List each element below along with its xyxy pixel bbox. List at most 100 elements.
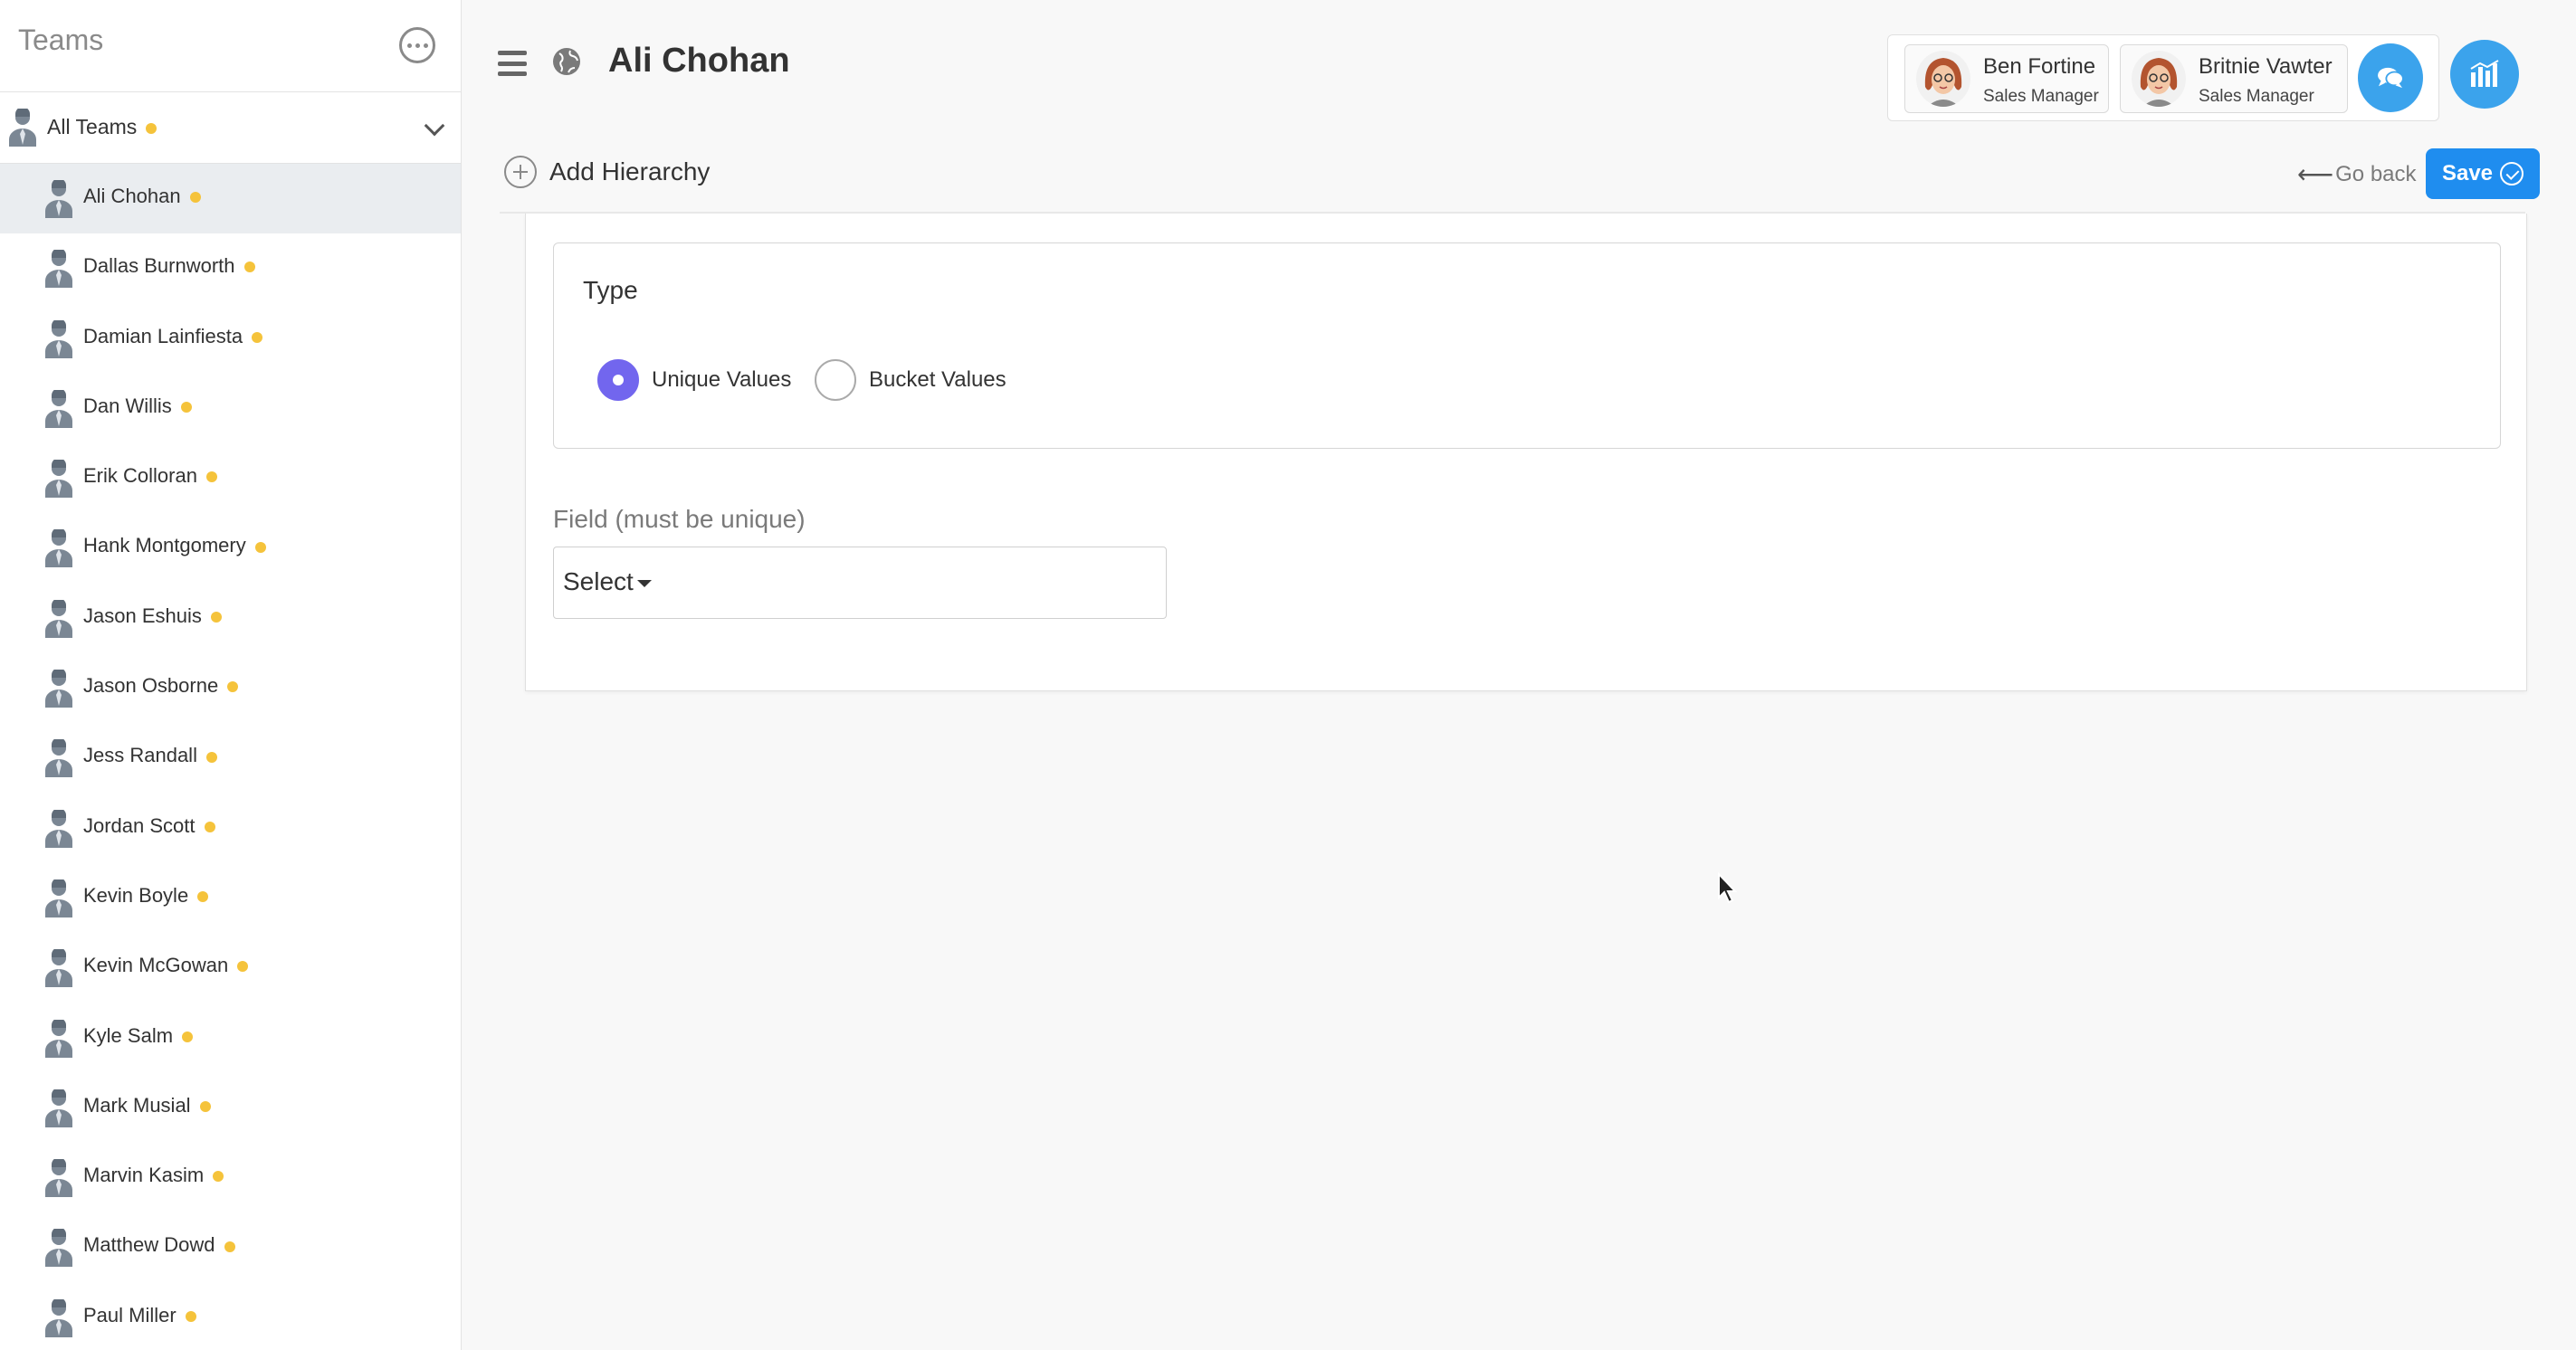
status-dot: [210, 611, 222, 623]
member-name: Kyle Salm: [83, 1023, 174, 1047]
member-label: Hank Montgomery: [83, 534, 266, 557]
sidebar-member-item[interactable]: Matthew Dowd: [0, 1212, 461, 1282]
all-teams-text: All Teams: [47, 115, 138, 138]
member-label: Kevin McGowan: [83, 954, 249, 977]
menu-icon[interactable]: [498, 51, 527, 76]
member-name: Jordan Scott: [83, 813, 196, 837]
status-dot: [254, 541, 266, 553]
status-dot: [237, 961, 249, 973]
manager-name: Britnie Vawter: [2199, 54, 2333, 79]
managers-panel: Ben Fortine Sales Manager Britnie Vawter…: [1887, 34, 2439, 121]
member-name: Hank Montgomery: [83, 534, 246, 557]
member-label: Jason Osborne: [83, 674, 239, 698]
member-name: Dallas Burnworth: [83, 254, 235, 278]
person-icon: [43, 1229, 74, 1268]
person-icon: [43, 670, 74, 708]
person-icon: [43, 949, 74, 988]
globe-icon[interactable]: [552, 47, 581, 76]
bar-chart-icon[interactable]: [2450, 40, 2519, 109]
field-select[interactable]: Select: [553, 547, 1167, 619]
member-label: Kevin Boyle: [83, 883, 209, 908]
member-label: Damian Lainfiesta: [83, 324, 263, 348]
sidebar-member-item[interactable]: Kevin Boyle: [0, 863, 461, 933]
more-options-icon[interactable]: [399, 27, 435, 63]
manager-avatar: [1916, 51, 1970, 107]
bucket-values-option[interactable]: Bucket Values: [815, 359, 1007, 401]
status-dot: [213, 1171, 224, 1183]
person-icon: [43, 529, 74, 568]
status-dot: [180, 402, 192, 414]
status-dot: [146, 122, 157, 134]
chevron-down-icon[interactable]: [424, 115, 445, 137]
add-hierarchy-label: Add Hierarchy: [549, 157, 711, 185]
sidebar-member-item[interactable]: Paul Miller: [0, 1283, 461, 1350]
person-icon: [43, 460, 74, 499]
check-circle-icon: [2500, 162, 2524, 185]
sidebar-title: Teams: [18, 24, 104, 56]
sidebar-member-item[interactable]: Dan Willis: [0, 374, 461, 443]
person-icon: [7, 109, 38, 147]
sidebar-member-item[interactable]: Mark Musial: [0, 1073, 461, 1143]
member-name: Mark Musial: [83, 1093, 191, 1117]
member-name: Matthew Dowd: [83, 1233, 215, 1257]
sidebar-member-item[interactable]: Jess Randall: [0, 723, 461, 793]
status-dot: [199, 1101, 211, 1113]
all-teams-label: All Teams: [47, 115, 157, 139]
arrow-left-icon: ⟵: [2297, 160, 2334, 188]
person-icon: [43, 250, 74, 289]
select-value: Select: [563, 567, 652, 596]
person-icon: [43, 319, 74, 358]
go-back-link[interactable]: ⟵ Go back: [2297, 159, 2417, 189]
sidebar-member-item[interactable]: Jason Eshuis: [0, 584, 461, 653]
type-label: Type: [583, 276, 638, 304]
status-dot: [189, 192, 201, 204]
sidebar-member-item[interactable]: Jordan Scott: [0, 794, 461, 863]
manager-avatar: [2132, 51, 2186, 107]
sidebar-member-item[interactable]: Kyle Salm: [0, 1003, 461, 1073]
add-hierarchy-button[interactable]: Add Hierarchy: [504, 156, 710, 188]
radio-bucket-values[interactable]: [815, 359, 856, 401]
member-label: Dallas Burnworth: [83, 254, 255, 278]
person-icon: [43, 1019, 74, 1058]
sidebar-member-item[interactable]: Dallas Burnworth: [0, 233, 461, 303]
member-name: Jess Randall: [83, 744, 197, 767]
person-icon: [43, 739, 74, 778]
sidebar-member-item[interactable]: Damian Lainfiesta: [0, 304, 461, 374]
manager-card[interactable]: Britnie Vawter Sales Manager: [2120, 44, 2348, 113]
person-icon: [43, 180, 74, 218]
member-label: Kyle Salm: [83, 1023, 194, 1048]
manager-card[interactable]: Ben Fortine Sales Manager: [1904, 44, 2109, 113]
sidebar-member-item[interactable]: Hank Montgomery: [0, 513, 461, 583]
member-label: Dan Willis: [83, 395, 192, 418]
chat-icon[interactable]: [2358, 43, 2423, 112]
field-label: Field (must be unique): [553, 505, 806, 533]
status-dot: [243, 261, 255, 273]
status-dot: [182, 1031, 194, 1042]
person-icon: [43, 1298, 74, 1337]
manager-role: Sales Manager: [1983, 87, 2099, 106]
sidebar-member-item[interactable]: Kevin McGowan: [0, 933, 461, 1003]
sidebar-member-item[interactable]: Erik Colloran: [0, 443, 461, 513]
type-group: Type Unique Values Bucket Values: [553, 242, 2501, 449]
member-name: Marvin Kasim: [83, 1164, 205, 1187]
radio-unique-values[interactable]: [597, 359, 639, 401]
person-icon: [43, 599, 74, 638]
member-name: Paul Miller: [83, 1303, 177, 1326]
status-dot: [224, 1241, 235, 1252]
status-dot: [204, 821, 215, 832]
save-button[interactable]: Save: [2426, 148, 2540, 199]
sidebar-header: Teams: [0, 0, 461, 92]
member-label: Jordan Scott: [83, 814, 215, 838]
sidebar-member-item[interactable]: Ali Chohan: [0, 164, 461, 234]
page-title: Ali Chohan: [608, 42, 790, 80]
member-label: Paul Miller: [83, 1304, 196, 1327]
member-name: Ali Chohan: [83, 185, 181, 207]
unique-values-option[interactable]: Unique Values: [597, 359, 791, 401]
member-name: Kevin Boyle: [83, 883, 189, 907]
member-name: Damian Lainfiesta: [83, 324, 243, 347]
all-teams-item[interactable]: All Teams: [0, 93, 461, 164]
sidebar-member-item[interactable]: Marvin Kasim: [0, 1143, 461, 1212]
sidebar-member-item[interactable]: Jason Osborne: [0, 653, 461, 723]
add-circle-icon: [504, 156, 537, 188]
caret-down-icon: [636, 579, 652, 587]
